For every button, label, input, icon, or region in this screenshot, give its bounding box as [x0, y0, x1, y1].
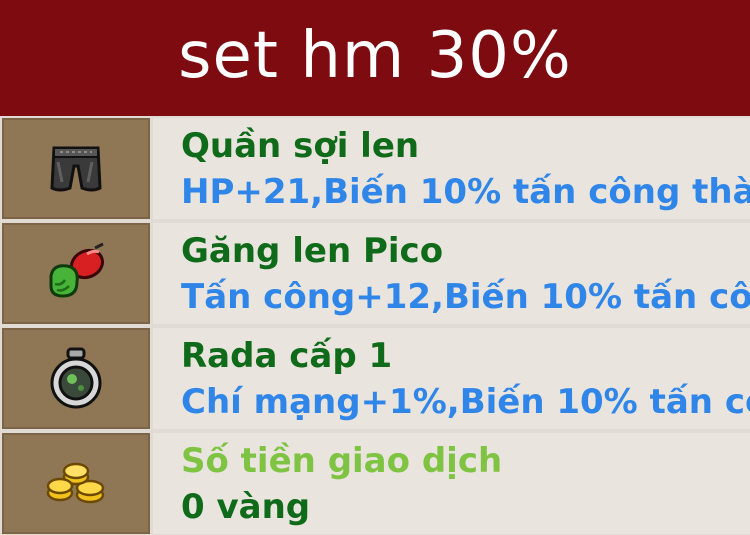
item-icon-cell	[2, 433, 150, 534]
item-text-cell: Găng len Pico Tấn công+12,Biến 10% tấn c…	[153, 223, 750, 324]
radar-icon	[50, 347, 102, 408]
item-list: Quần sợi len HP+21,Biến 10% tấn công thà…	[0, 116, 750, 535]
money-value: 0 vàng	[181, 487, 311, 527]
list-item[interactable]: Số tiền giao dịch 0 vàng	[0, 433, 750, 534]
header-bar: set hm 30%	[0, 0, 750, 116]
pants-icon	[50, 146, 102, 191]
item-text-cell: Rada cấp 1 Chí mạng+1%,Biến 10% tấn công	[153, 328, 750, 429]
list-item[interactable]: Quần sợi len HP+21,Biến 10% tấn công thà…	[0, 118, 750, 219]
item-description: HP+21,Biến 10% tấn công thành	[181, 172, 750, 212]
item-name: Rada cấp 1	[181, 336, 393, 376]
item-name: Quần sợi len	[181, 126, 420, 166]
gold-coins-icon	[46, 462, 105, 503]
list-item[interactable]: Găng len Pico Tấn công+12,Biến 10% tấn c…	[0, 223, 750, 324]
item-name: Găng len Pico	[181, 231, 444, 271]
item-icon-cell	[2, 328, 150, 429]
item-icon-cell	[2, 223, 150, 324]
item-description: Chí mạng+1%,Biến 10% tấn công	[181, 382, 750, 422]
list-item[interactable]: Rada cấp 1 Chí mạng+1%,Biến 10% tấn công	[0, 328, 750, 429]
item-text-cell: Quần sợi len HP+21,Biến 10% tấn công thà…	[153, 118, 750, 219]
page-title: set hm 30%	[178, 19, 572, 93]
item-icon-cell	[2, 118, 150, 219]
item-description: Tấn công+12,Biến 10% tấn công	[181, 277, 750, 317]
item-text-cell: Số tiền giao dịch 0 vàng	[153, 433, 750, 534]
money-label: Số tiền giao dịch	[181, 441, 503, 481]
glove-icon	[49, 242, 105, 298]
